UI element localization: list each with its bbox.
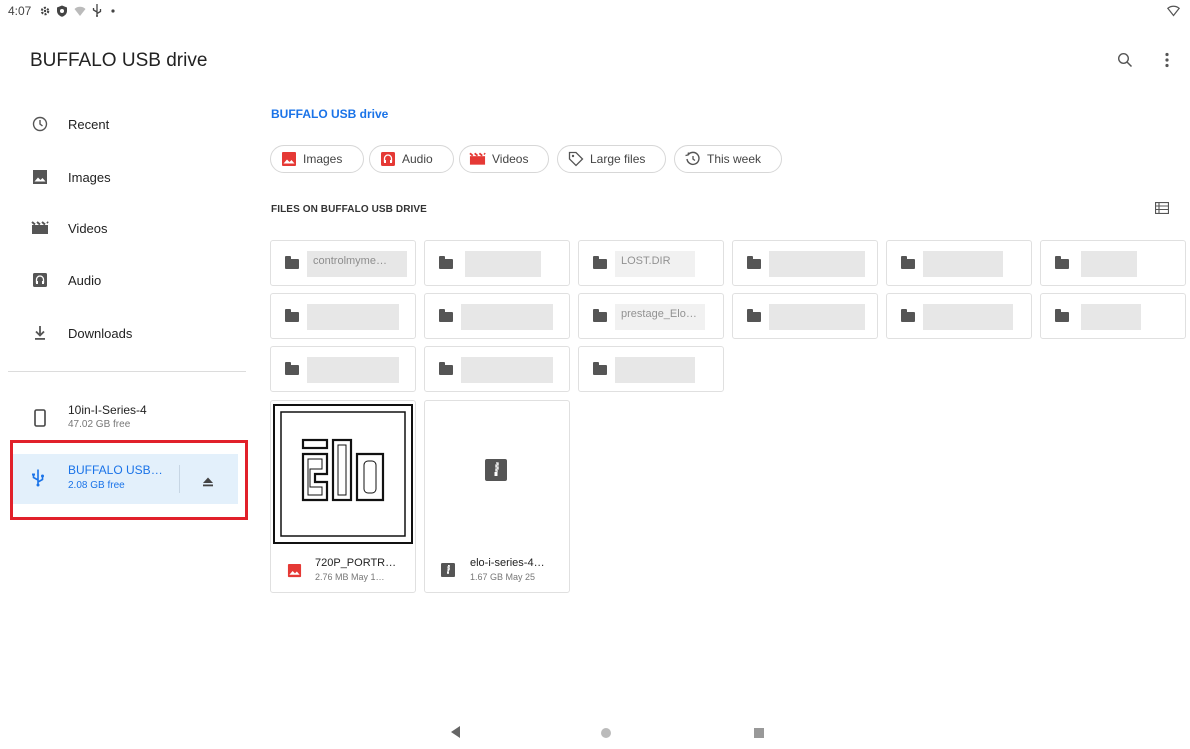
search-icon[interactable] <box>1117 52 1137 72</box>
shield-icon <box>55 4 68 17</box>
folder-item[interactable] <box>270 293 416 339</box>
folder-icon <box>285 309 299 322</box>
chip-this-week[interactable]: This week <box>674 145 782 173</box>
root-item-internal-storage[interactable]: 10in-I-Series-4 47.02 GB free <box>0 394 258 440</box>
folder-icon <box>901 256 915 269</box>
folder-icon <box>747 309 761 322</box>
file-name: 720P_PORTR… <box>315 557 397 569</box>
folder-icon <box>285 256 299 269</box>
home-icon[interactable] <box>600 726 612 744</box>
chip-images[interactable]: Images <box>270 145 364 173</box>
file-item[interactable]: 720P_PORTR… 2.76 MB May 1… <box>270 400 416 593</box>
drawer-item-label: Videos <box>68 220 108 236</box>
drawer-item-label: Audio <box>68 272 102 288</box>
dot-icon <box>106 4 119 17</box>
root-free-space: 47.02 GB free <box>68 419 131 430</box>
film-icon <box>469 151 486 168</box>
folder-item[interactable] <box>1040 293 1186 339</box>
folder-icon <box>1055 309 1069 322</box>
folder-item[interactable]: controlmyme… <box>270 240 416 286</box>
drawer-item-audio[interactable]: Audio <box>0 258 258 302</box>
drawer-item-recent[interactable]: Recent <box>0 102 258 146</box>
highlight-annotation <box>10 440 248 520</box>
file-meta: 1.67 GB May 25 <box>470 572 536 582</box>
chip-label: Large files <box>590 152 646 166</box>
film-icon <box>30 218 50 238</box>
file-name: elo-i-series-4… <box>470 557 545 569</box>
root-title: 10in-I-Series-4 <box>68 403 147 417</box>
folder-icon <box>747 256 761 269</box>
drawer-item-label: Images <box>68 169 111 185</box>
back-icon[interactable] <box>449 725 461 744</box>
folder-item[interactable] <box>1040 240 1186 286</box>
file-item[interactable]: elo-i-series-4… 1.67 GB May 25 <box>424 400 570 593</box>
phone-icon <box>30 408 50 428</box>
drawer-item-label: Recent <box>68 116 110 132</box>
folder-name: LOST.DIR <box>621 255 671 267</box>
usb-icon <box>90 4 103 17</box>
tag-icon <box>567 151 584 168</box>
audio-icon <box>379 151 396 168</box>
section-title: FILES ON BUFFALO USB DRIVE <box>271 204 427 215</box>
history-icon <box>684 151 701 168</box>
folder-name: controlmyme… <box>313 255 387 267</box>
folder-icon <box>439 309 453 322</box>
chip-large-files[interactable]: Large files <box>557 145 666 173</box>
chip-label: Videos <box>492 152 529 166</box>
list-view-icon[interactable] <box>1154 201 1170 219</box>
folder-item[interactable] <box>424 240 570 286</box>
audio-icon <box>30 270 50 290</box>
chip-audio[interactable]: Audio <box>369 145 454 173</box>
folder-item[interactable] <box>424 293 570 339</box>
image-icon <box>287 563 302 583</box>
folder-item[interactable] <box>886 293 1032 339</box>
folder-item[interactable] <box>886 240 1032 286</box>
drawer-item-downloads[interactable]: Downloads <box>0 311 258 355</box>
folder-item[interactable] <box>732 293 878 339</box>
folder-icon <box>593 309 607 322</box>
folder-icon <box>439 256 453 269</box>
chip-label: Images <box>303 152 343 166</box>
wifi-icon <box>1167 4 1180 17</box>
folder-icon <box>1055 256 1069 269</box>
zip-icon <box>485 459 507 486</box>
folder-item[interactable] <box>424 346 570 392</box>
more-vert-icon[interactable] <box>1164 52 1176 72</box>
gear-icon <box>38 4 51 17</box>
folder-item[interactable]: prestage_Elo… <box>578 293 724 339</box>
status-time: 4:07 <box>8 4 32 18</box>
folder-icon <box>901 309 915 322</box>
image-icon <box>280 151 297 168</box>
folder-icon <box>593 256 607 269</box>
app-title: BUFFALO USB drive <box>30 50 208 71</box>
breadcrumb[interactable]: BUFFALO USB drive <box>271 107 388 121</box>
file-meta: 2.76 MB May 1… <box>315 572 385 582</box>
status-bar: 4:07 <box>0 0 1190 22</box>
drawer-item-videos[interactable]: Videos <box>0 206 258 250</box>
chip-videos[interactable]: Videos <box>459 145 549 173</box>
zip-icon <box>441 563 455 582</box>
wifi-off-icon <box>73 4 86 17</box>
recents-icon[interactable] <box>753 726 765 744</box>
image-icon <box>30 167 50 187</box>
folder-item[interactable]: LOST.DIR <box>578 240 724 286</box>
download-icon <box>30 323 50 343</box>
drawer-divider <box>8 371 246 372</box>
folder-icon <box>285 362 299 375</box>
folder-name: prestage_Elo… <box>621 308 697 320</box>
folder-item[interactable] <box>732 240 878 286</box>
folder-item[interactable] <box>270 346 416 392</box>
folder-icon <box>439 362 453 375</box>
clock-icon <box>30 114 50 134</box>
folder-icon <box>593 362 607 375</box>
elo-logo-thumbnail <box>273 404 413 544</box>
drawer-item-label: Downloads <box>68 325 133 341</box>
chip-label: Audio <box>402 152 433 166</box>
drawer-item-images[interactable]: Images <box>0 155 258 199</box>
folder-item[interactable] <box>578 346 724 392</box>
chip-label: This week <box>707 152 762 166</box>
